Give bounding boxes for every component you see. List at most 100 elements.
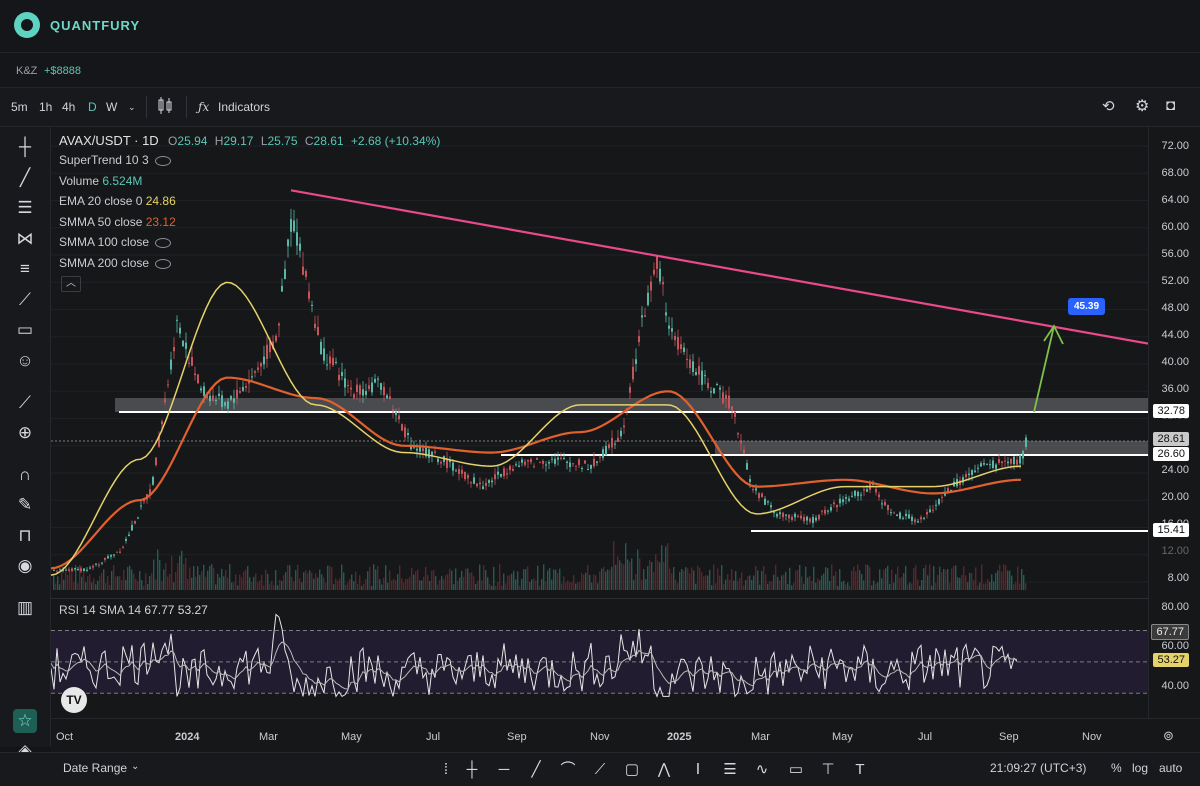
volume-bar — [679, 571, 681, 590]
volume-bar — [993, 581, 995, 590]
camera-icon[interactable]: ◘ — [1166, 97, 1175, 114]
horizontal-lines-icon[interactable]: ☰ — [13, 196, 37, 220]
smma100-legend[interactable]: SMMA 100 close — [59, 235, 172, 249]
indicators-button[interactable]: Indicators — [218, 100, 270, 114]
supertrend-legend[interactable]: SuperTrend 10 3 — [59, 153, 171, 167]
volume-bar — [791, 585, 793, 590]
ruler-icon[interactable]: ⟋ — [13, 391, 37, 415]
curve-icon[interactable]: ∿ — [752, 760, 772, 780]
pattern-tool-icon[interactable]: ⋈ — [13, 227, 37, 251]
candle-body — [794, 513, 796, 518]
time-settings-icon[interactable]: ⊚ — [1163, 728, 1174, 744]
unlock-icon[interactable]: ⊓ — [13, 524, 37, 548]
chevron-down-icon[interactable]: ⌄ — [131, 761, 139, 772]
candles-icon[interactable] — [157, 96, 173, 116]
brush-icon[interactable]: ⌒ — [558, 760, 578, 780]
hidden-eye-icon[interactable] — [155, 258, 172, 269]
target-price-callout[interactable]: 45.39 — [1068, 298, 1106, 315]
function-icon[interactable]: ƒx — [198, 100, 209, 114]
smma50-legend[interactable]: SMMA 50 close 23.12 — [59, 215, 176, 229]
price-chart[interactable] — [51, 127, 1148, 598]
date-range-button[interactable]: Date Range — [63, 761, 127, 775]
candle-body — [422, 448, 424, 452]
zoom-in-icon[interactable]: ⊕ — [13, 421, 37, 445]
rectangle-icon[interactable]: ▢ — [622, 760, 642, 780]
volume-bar — [267, 573, 269, 590]
favorites-star-icon[interactable]: ☆ — [13, 709, 37, 733]
candle-body — [182, 340, 184, 347]
chevron-down-icon[interactable]: ⌄ — [128, 102, 136, 113]
ema-legend[interactable]: EMA 20 close 0 24.86 — [59, 194, 176, 208]
candle-body — [398, 415, 400, 420]
emoji-icon[interactable]: ☺ — [13, 349, 37, 373]
trendline-tool-icon[interactable]: ╱ — [13, 166, 37, 190]
signpost-icon[interactable]: ⊤ — [818, 760, 838, 780]
volume-bar — [667, 543, 669, 590]
crosshair-icon[interactable]: ┼ — [462, 760, 482, 780]
rsi-canvas[interactable] — [51, 599, 1148, 719]
annotation-tool-icon[interactable]: ▭ — [13, 318, 37, 342]
fib-tool-icon[interactable]: ≡ — [13, 257, 37, 281]
hidden-eye-icon[interactable] — [155, 237, 172, 248]
volume-bar — [421, 580, 423, 590]
candle-body — [53, 569, 55, 571]
volume-bar — [207, 570, 209, 590]
smma200-legend[interactable]: SMMA 200 close — [59, 256, 172, 270]
volume-bar — [313, 578, 315, 590]
collapse-legend-chevron-up-icon[interactable]: ︿ — [61, 276, 81, 292]
crosshair-icon[interactable]: ┼ — [13, 135, 37, 159]
replay-icon[interactable]: ⟲ — [1102, 97, 1115, 115]
path-icon[interactable]: ⋀ — [654, 760, 674, 780]
note-icon[interactable]: ▭ — [786, 760, 806, 780]
chart-toolbar: 5m 1h 4h D W ⌄ ƒx Indicators ⟲ ⚙ ◘ — [0, 88, 1200, 127]
timeframe-4h[interactable]: 4h — [62, 100, 75, 114]
candle-body — [476, 483, 478, 487]
price-tick: 8.00 — [1167, 572, 1189, 584]
timeframe-w[interactable]: W — [106, 100, 117, 114]
candle-body — [509, 465, 511, 471]
drag-handle-icon[interactable]: ⁞ — [436, 760, 456, 780]
percent-toggle[interactable]: % — [1111, 761, 1122, 775]
volume-bar — [507, 575, 509, 590]
auto-toggle[interactable]: auto — [1159, 761, 1182, 775]
volume-bar — [839, 569, 841, 590]
magnet-icon[interactable]: ∩ — [13, 463, 37, 487]
volume-bar — [761, 571, 763, 590]
lock-draw-icon[interactable]: ✎ — [13, 493, 37, 517]
volume-bar — [145, 573, 147, 590]
volume-bar — [551, 579, 553, 590]
hidden-eye-icon[interactable] — [154, 155, 171, 166]
rsi-pane[interactable]: RSI 14 SMA 14 67.77 53.27 TV — [51, 598, 1148, 719]
price-axis[interactable]: 72.00 68.00 64.00 60.00 56.00 52.00 48.0… — [1148, 127, 1200, 718]
volume-legend[interactable]: Volume 6.524M — [59, 174, 142, 188]
timeframe-1h[interactable]: 1h — [39, 100, 52, 114]
candle-body — [467, 475, 469, 479]
candle-body — [452, 462, 454, 471]
volume-bar — [1023, 575, 1025, 590]
gear-icon[interactable]: ⚙ — [1135, 96, 1149, 116]
candle-body — [296, 232, 298, 246]
ray-icon[interactable]: ⟋ — [590, 760, 610, 780]
time-axis[interactable]: Oct 2024 Mar May Jul Sep Nov 2025 Mar Ma… — [51, 718, 1200, 753]
horizontal-line-icon[interactable]: ─ — [494, 760, 514, 780]
brush-tool-icon[interactable]: ⟋ — [13, 288, 37, 312]
volume-bar — [223, 576, 225, 590]
candle-body — [455, 470, 457, 472]
volume-bar — [901, 576, 903, 590]
candle-body — [800, 515, 802, 519]
candle-body — [578, 459, 580, 466]
fib-levels-icon[interactable]: ☰ — [720, 760, 740, 780]
volume-bar — [137, 581, 139, 590]
trash-icon[interactable]: ▥ — [13, 596, 37, 620]
timeframe-d[interactable]: D — [88, 100, 97, 114]
volume-bar — [921, 579, 923, 590]
log-toggle[interactable]: log — [1132, 761, 1148, 775]
candle-body — [653, 269, 655, 275]
eye-icon[interactable]: ◉ — [13, 554, 37, 578]
timeframe-5m[interactable]: 5m — [11, 100, 28, 114]
price-chart-canvas[interactable] — [51, 127, 1148, 598]
text-tool-icon[interactable]: T — [850, 760, 870, 780]
text-cursor-icon[interactable]: Ⅰ — [688, 760, 708, 780]
trendline-icon[interactable]: ╱ — [526, 760, 546, 780]
candle-body — [1001, 461, 1003, 464]
